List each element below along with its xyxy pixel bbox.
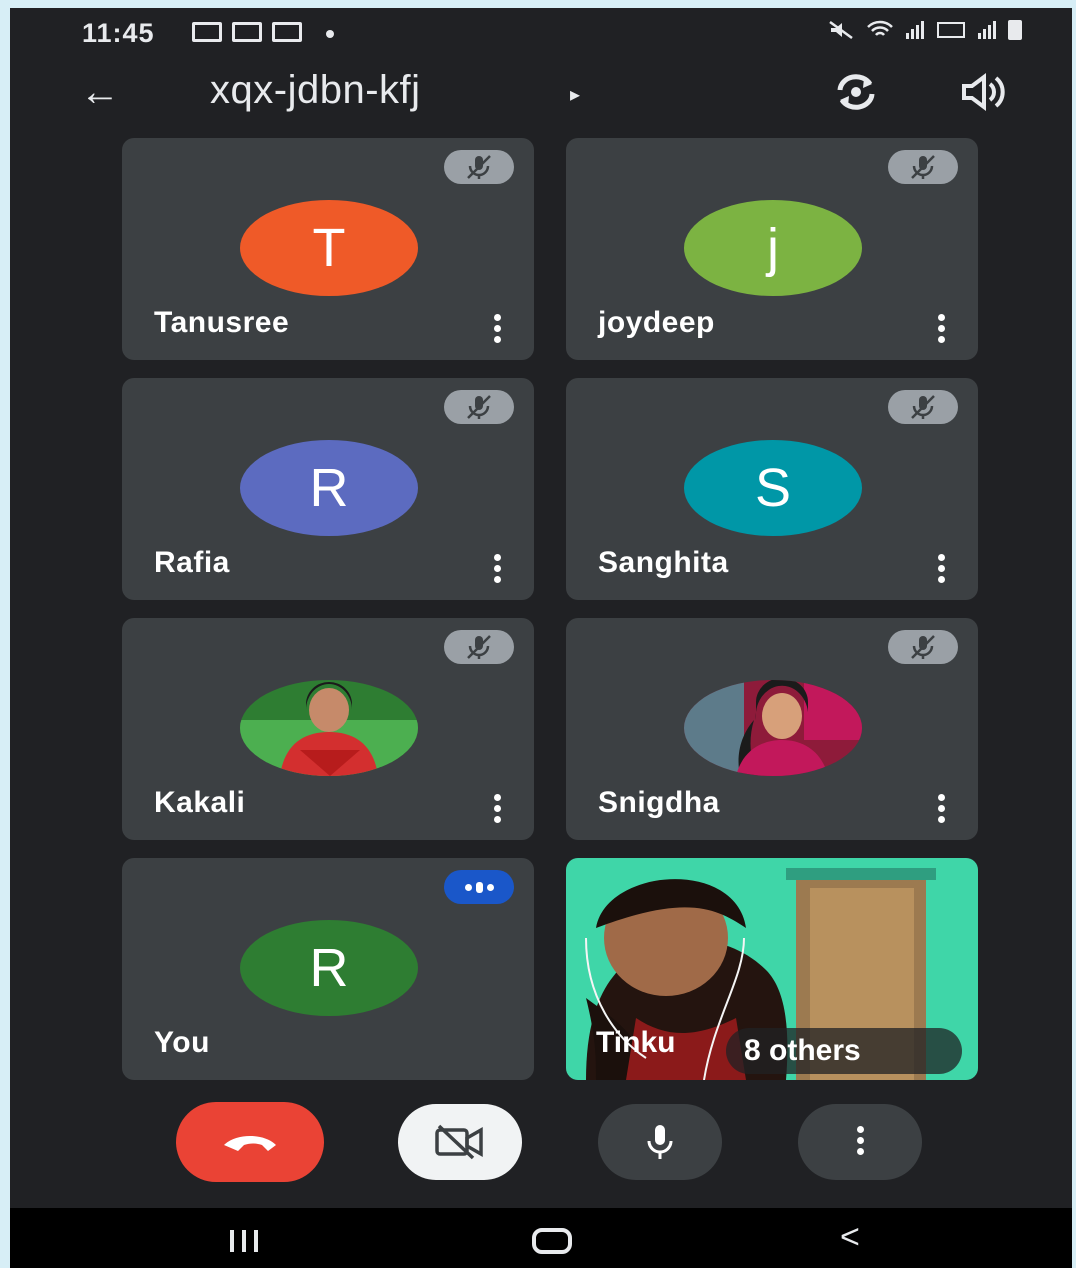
participant-tile[interactable]: R Rafia: [122, 378, 534, 600]
home-icon[interactable]: [532, 1228, 572, 1254]
avatar: R: [240, 920, 418, 1016]
call-end-icon: [224, 1136, 276, 1151]
signal-icon: [978, 21, 996, 39]
more-vert-icon: [856, 1125, 864, 1159]
end-call-button[interactable]: [176, 1102, 324, 1182]
avatar: S: [684, 440, 862, 536]
more-vert-icon[interactable]: [936, 794, 946, 824]
caret-right-icon[interactable]: ▸: [570, 82, 580, 107]
notification-icon: [192, 22, 222, 42]
back-arrow-icon[interactable]: ←: [80, 70, 120, 115]
participant-tile[interactable]: j joydeep: [566, 138, 978, 360]
mic-off-icon: [888, 150, 958, 184]
more-notifications-icon: [326, 30, 334, 38]
app-bar: ← xqx-jdbn-kfj ▸: [10, 56, 1072, 136]
participant-name: Snigdha: [598, 786, 720, 819]
camera-off-icon: [435, 1124, 483, 1160]
system-icons: [828, 20, 1022, 40]
mic-toggle-button[interactable]: [598, 1104, 722, 1180]
avatar: R: [240, 440, 418, 536]
gallery-icon: [232, 22, 262, 42]
signal-icon: [906, 21, 924, 39]
volte-icon: [937, 22, 965, 38]
mic-off-icon: [888, 630, 958, 664]
participant-tile[interactable]: Snigdha: [566, 618, 978, 840]
self-tile[interactable]: R You: [122, 858, 534, 1080]
status-bar: 11:45: [10, 8, 1072, 56]
participant-tile[interactable]: S Sanghita: [566, 378, 978, 600]
avatar: T: [240, 200, 418, 296]
battery-icon: [1008, 20, 1022, 40]
participant-name: joydeep: [598, 306, 715, 339]
participant-name: Sanghita: [598, 546, 729, 579]
participant-tile[interactable]: Kakali: [122, 618, 534, 840]
others-chip[interactable]: 8 others: [726, 1028, 962, 1074]
avatar: j: [684, 200, 862, 296]
mic-off-icon: [444, 630, 514, 664]
participant-name: Tinku: [596, 1026, 676, 1059]
meeting-code[interactable]: xqx-jdbn-kfj: [210, 68, 421, 113]
more-vert-icon[interactable]: [492, 794, 502, 824]
meet-screen: 11:45 ← xqx-jdbn-kfj ▸ T Tanusree j joyd…: [10, 8, 1072, 1268]
mic-icon: [647, 1125, 673, 1159]
more-options-button[interactable]: [798, 1104, 922, 1180]
camera-toggle-button[interactable]: [398, 1104, 522, 1180]
system-nav-bar: <: [10, 1208, 1072, 1268]
participant-name: You: [154, 1026, 210, 1059]
profile-photo: [240, 680, 418, 776]
participant-name: Rafia: [154, 546, 230, 579]
more-vert-icon[interactable]: [492, 554, 502, 584]
more-vert-icon[interactable]: [936, 314, 946, 344]
participant-name: Tanusree: [154, 306, 290, 339]
notification-icon: [272, 22, 302, 42]
more-vert-icon[interactable]: [936, 554, 946, 584]
notification-icons: [192, 22, 334, 42]
mic-off-icon: [444, 390, 514, 424]
wifi-icon: [867, 20, 893, 36]
speaker-icon[interactable]: [958, 72, 1008, 112]
video-tile[interactable]: Tinku 8 others: [566, 858, 978, 1080]
mic-off-icon: [444, 150, 514, 184]
recents-icon[interactable]: [230, 1230, 258, 1252]
speaking-indicator-icon: [444, 870, 514, 904]
switch-camera-icon[interactable]: [830, 70, 882, 114]
status-time: 11:45: [82, 18, 155, 48]
participant-name: Kakali: [154, 786, 246, 819]
profile-photo: [684, 680, 862, 776]
more-vert-icon[interactable]: [492, 314, 502, 344]
nav-back-icon[interactable]: <: [840, 1218, 860, 1257]
mic-off-icon: [888, 390, 958, 424]
mute-status-icon: [829, 20, 853, 40]
participant-tile[interactable]: T Tanusree: [122, 138, 534, 360]
